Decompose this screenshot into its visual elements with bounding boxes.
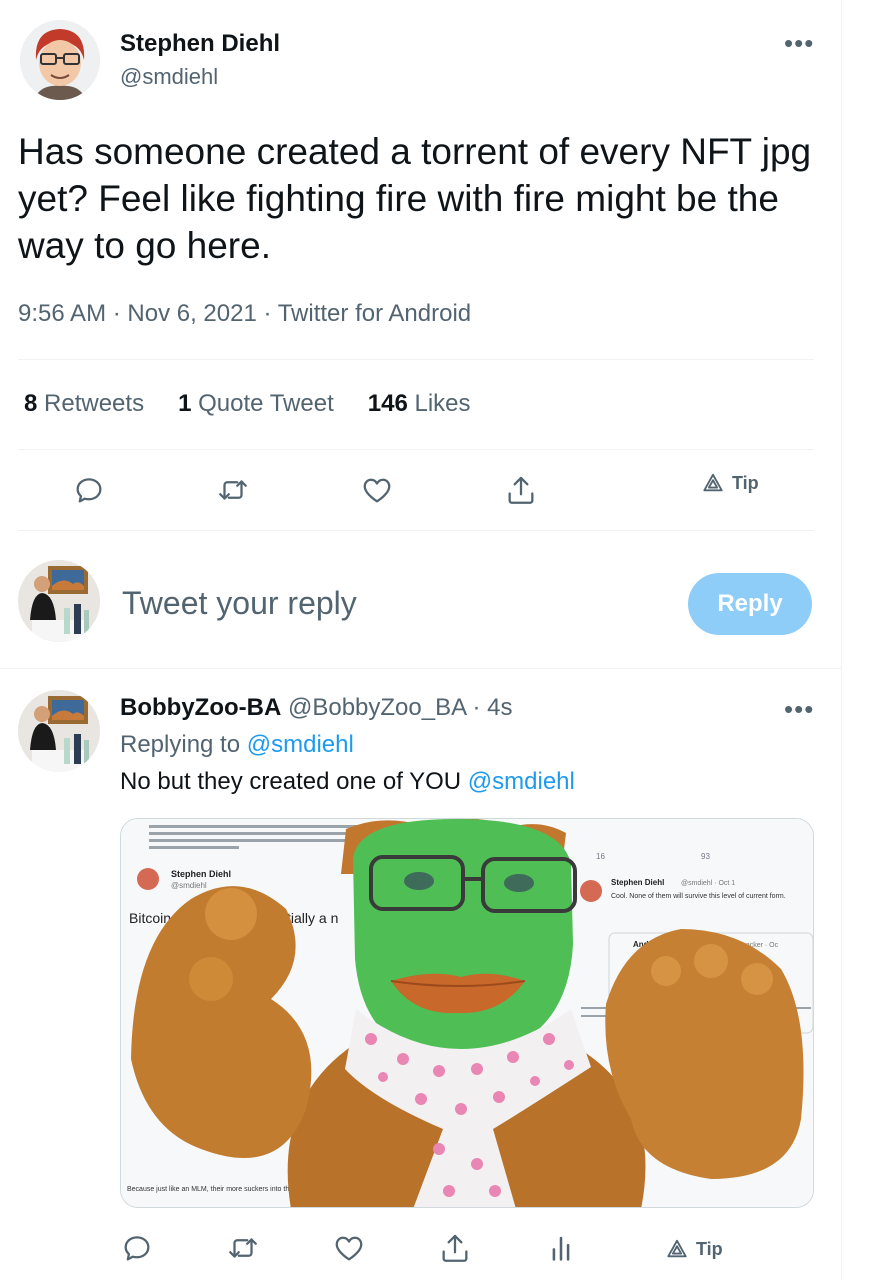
reply-analytics-button[interactable] [544, 1231, 578, 1265]
like-icon [335, 1236, 363, 1261]
retweet-icon [229, 1238, 257, 1258]
author-handle[interactable]: @smdiehl [120, 64, 218, 90]
likes-stat[interactable]: 146 Likes [368, 390, 471, 418]
likes-count: 146 [367, 390, 408, 417]
media-bg-text-2: tially a n [287, 910, 338, 926]
reply-author-line: BobbyZoo-BA @BobbyZoo_BA · 4s [120, 694, 512, 722]
media-bg-likes: 93 [701, 852, 710, 861]
media-bg-right-text: Cool. None of them will survive this lev… [611, 893, 786, 900]
tweet-date[interactable]: Nov 6, 2021 [127, 300, 256, 327]
author-avatar[interactable] [20, 20, 100, 100]
retweet-button[interactable] [216, 473, 250, 507]
like-icon [363, 478, 391, 503]
separator: · [465, 694, 488, 721]
more-icon[interactable]: ••• [784, 30, 814, 56]
user-avatar[interactable] [18, 560, 100, 642]
media-bg-right-author: Stephen Diehl [611, 878, 664, 887]
media-bg-right-meta: @smdiehl · Oct 1 [681, 880, 735, 887]
reply-tip-label: Tip [696, 1238, 723, 1259]
divider [18, 530, 814, 531]
replying-prefix: Replying to [120, 731, 241, 758]
separator: · [256, 300, 278, 327]
reply-retweet-button[interactable] [226, 1231, 260, 1265]
retweets-label: Retweets [44, 390, 145, 417]
quotes-label: Quote Tweet [198, 390, 334, 417]
media-bg-bottom-text: Because just like an MLM, their more suc… [127, 1186, 310, 1193]
reply-media-image[interactable]: Stephen Diehl @smdiehl Bitcoin is tially… [120, 818, 814, 1208]
tip-icon [703, 473, 723, 492]
reply-time[interactable]: 4s [487, 694, 512, 721]
tip-icon [667, 1239, 687, 1258]
media-bg-handle: @smdiehl [171, 881, 207, 890]
reply-tip-button[interactable]: Tip [666, 1238, 723, 1260]
tip-label: Tip [732, 472, 759, 493]
retweets-stat[interactable]: 8 Retweets [24, 390, 144, 418]
reply-author-handle[interactable]: @BobbyZoo_BA [288, 694, 466, 721]
media-collage: Stephen Diehl @smdiehl Bitcoin is tially… [121, 819, 813, 1207]
reply-icon [124, 1236, 150, 1261]
separator: · [106, 300, 128, 327]
like-button[interactable] [360, 473, 394, 507]
analytics-icon [552, 1236, 570, 1261]
reply-author-avatar[interactable] [18, 690, 100, 772]
tweet-stats: 8 Retweets 1 Quote Tweet 146 Likes [24, 390, 471, 418]
reply-button[interactable] [72, 473, 106, 507]
retweets-count: 8 [24, 390, 38, 417]
divider [0, 668, 841, 669]
reply-text-body: No but they created one of YOU [120, 768, 462, 795]
retweet-icon [219, 480, 247, 500]
reply-share-button[interactable] [438, 1231, 472, 1265]
more-icon[interactable]: ••• [784, 696, 814, 722]
media-bg-retweets: 16 [596, 852, 605, 861]
author-name[interactable]: Stephen Diehl [120, 30, 280, 58]
media-bg-author: Stephen Diehl [171, 869, 231, 879]
quotes-count: 1 [178, 390, 192, 417]
reply-reply-button[interactable] [120, 1231, 154, 1265]
share-icon [508, 476, 534, 504]
tweet-time[interactable]: 9:56 AM [18, 300, 106, 327]
tweet-text: Has someone created a torrent of every N… [18, 131, 812, 266]
tip-button[interactable]: Tip [702, 472, 759, 494]
divider [18, 449, 814, 450]
reply-like-button[interactable] [332, 1231, 366, 1265]
likes-label: Likes [414, 390, 471, 417]
tweet-source[interactable]: Twitter for Android [278, 300, 471, 327]
tweet-meta: 9:56 AM · Nov 6, 2021 · Twitter for Andr… [18, 300, 471, 328]
reply-input[interactable]: Tweet your reply [122, 585, 357, 622]
reply-text: No but they created one of YOU @smdiehl [120, 768, 575, 796]
reply-submit-button[interactable]: Reply [688, 573, 812, 635]
column-border [841, 0, 842, 1280]
replying-to: Replying to @smdiehl [120, 731, 354, 759]
share-icon [442, 1234, 468, 1262]
replying-to-link[interactable]: @smdiehl [247, 731, 354, 758]
reply-icon [76, 478, 102, 503]
quotes-stat[interactable]: 1 Quote Tweet [178, 390, 334, 418]
reply-author-name[interactable]: BobbyZoo-BA [120, 694, 281, 721]
reply-mention-link[interactable]: @smdiehl [468, 768, 575, 795]
divider [18, 359, 814, 360]
share-button[interactable] [504, 473, 538, 507]
